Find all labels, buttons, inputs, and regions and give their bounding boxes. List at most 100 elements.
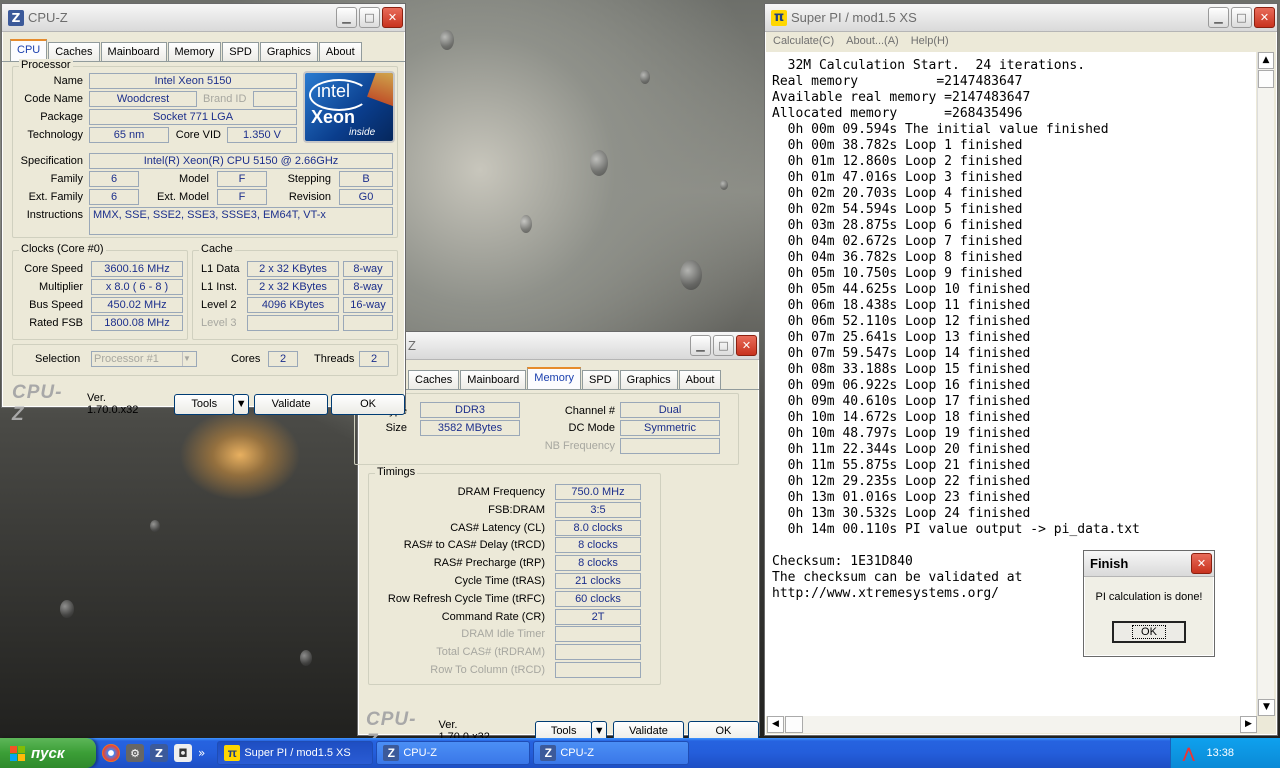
logo-tag: inside	[349, 127, 376, 138]
finish-ok-label: OK	[1132, 625, 1166, 639]
chrome-icon[interactable]	[102, 744, 120, 762]
finish-ok-button[interactable]: OK	[1112, 621, 1186, 643]
taskbar-item-cpuz-1[interactable]: Z CPU-Z	[376, 741, 531, 765]
hscroll-thumb[interactable]	[785, 716, 803, 733]
timing-label: Command Rate (CR)	[441, 610, 545, 623]
l2-way: 16-way	[343, 297, 393, 313]
gear-icon[interactable]: ⚙	[126, 744, 144, 762]
console-line: Available real memory =2147483647	[772, 90, 1031, 105]
brandid-value	[253, 91, 297, 107]
close-icon[interactable]: ✕	[382, 7, 403, 28]
minimize-icon[interactable]: ▁	[690, 335, 711, 356]
console-line: 0h 07m 59.547s Loop 14 finished	[772, 346, 1031, 361]
tab-cpu[interactable]: CPU	[10, 39, 48, 61]
menu-about[interactable]: About...(A)	[846, 35, 899, 47]
finish-titlebar[interactable]: Finish ✕	[1084, 551, 1214, 577]
start-button[interactable]: пуск	[0, 738, 96, 768]
tools-button-label: Tools	[550, 725, 577, 737]
l3-value	[247, 315, 339, 331]
console-line: 0h 02m 20.703s Loop 4 finished	[772, 186, 1023, 201]
processor-group: Processor Name Intel Xeon 5150 Code Name…	[12, 59, 398, 238]
close-icon[interactable]: ✕	[736, 335, 757, 356]
tab-mainboard[interactable]: Mainboard	[100, 42, 167, 61]
tab-about[interactable]: About	[318, 42, 362, 61]
revision-value: G0	[339, 189, 393, 205]
maximize-icon[interactable]: □	[713, 335, 734, 356]
console-line: 0h 13m 01.016s Loop 23 finished	[772, 490, 1031, 505]
selection-dropdown[interactable]: Processor #1 ▼	[91, 351, 197, 367]
console-line: 0h 12m 29.235s Loop 22 finished	[772, 474, 1031, 489]
l2-value: 4096 KBytes	[247, 297, 339, 313]
validate-button-label: Validate	[628, 725, 668, 737]
vertical-scrollbar[interactable]: ▲ ▼	[1257, 52, 1275, 716]
timing-value: 8 clocks	[555, 537, 641, 554]
cpuz2-titlebar[interactable]: Z ▁ □ ✕	[358, 332, 759, 360]
tab-about[interactable]: About	[678, 370, 722, 389]
tab-caches[interactable]: Caches	[408, 370, 460, 389]
tab-mainboard[interactable]: Mainboard	[460, 370, 527, 389]
quicklaunch-more-icon[interactable]: »	[198, 746, 205, 760]
tab-spd[interactable]: SPD	[582, 370, 619, 389]
maximize-icon[interactable]: □	[359, 7, 380, 28]
cpuz1-titlebar[interactable]: Z CPU-Z ▁ □ ✕	[2, 4, 405, 32]
close-icon[interactable]: ✕	[1254, 7, 1275, 28]
menu-help[interactable]: Help(H)	[911, 35, 949, 47]
size-value: 3582 MBytes	[420, 420, 520, 436]
instructions-value: MMX, SSE, SSE2, SSE3, SSSE3, EM64T, VT-x	[89, 207, 393, 235]
timing-value: 750.0 MHz	[555, 484, 641, 500]
close-icon[interactable]: ✕	[1191, 553, 1212, 574]
multiplier-label: Multiplier	[38, 281, 83, 293]
camera-icon[interactable]: ◘	[174, 744, 192, 762]
corevid-label: Core VID	[175, 129, 221, 141]
maximize-icon[interactable]: □	[1231, 7, 1252, 28]
console-line: 0h 00m 38.782s Loop 1 finished	[772, 138, 1023, 153]
type-value: DDR3	[420, 402, 520, 418]
taskbar-item-superpi[interactable]: π Super PI / mod1.5 XS	[217, 741, 374, 765]
console-line: 0h 07m 25.641s Loop 13 finished	[772, 330, 1031, 345]
selection-bar: Selection Processor #1 ▼ Cores 2 Threads …	[12, 344, 398, 376]
timing-label: Row Refresh Cycle Time (tRFC)	[387, 592, 545, 605]
scroll-thumb[interactable]	[1258, 70, 1274, 88]
taskbar-item-cpuz-2[interactable]: Z CPU-Z	[533, 741, 690, 765]
tab-memory[interactable]: Memory	[527, 367, 582, 389]
timing-label: Total CAS# (tRDRAM)	[436, 646, 545, 659]
console-line: 0h 08m 33.188s Loop 15 finished	[772, 362, 1031, 377]
tab-spd[interactable]: SPD	[222, 42, 259, 61]
busspeed-value: 450.02 MHz	[91, 297, 183, 313]
console-line: 0h 01m 12.860s Loop 2 finished	[772, 154, 1023, 169]
tab-graphics[interactable]: Graphics	[619, 370, 678, 389]
l2-label: Level 2	[201, 299, 237, 311]
scroll-down-icon[interactable]: ▼	[1258, 699, 1275, 716]
console-line: 0h 11m 22.344s Loop 20 finished	[772, 442, 1031, 457]
cpuz-quicklaunch-icon[interactable]: Z	[150, 744, 168, 762]
console-line: 0h 04m 02.672s Loop 7 finished	[772, 234, 1023, 249]
minimize-icon[interactable]: ▁	[1208, 7, 1229, 28]
tab-graphics[interactable]: Graphics	[259, 42, 318, 61]
cpuz-app-icon: Z	[8, 9, 24, 26]
corespeed-value: 3600.16 MHz	[91, 261, 183, 277]
tray-app-icon[interactable]: ⋀	[1183, 745, 1194, 762]
timing-value	[555, 644, 641, 661]
cores-value: 2	[268, 351, 298, 367]
stepping-label: Stepping	[287, 173, 331, 185]
tools-button[interactable]: Tools	[174, 393, 235, 415]
revision-label: Revision	[288, 191, 331, 203]
validate-button[interactable]: Validate	[254, 393, 329, 415]
chevron-down-icon[interactable]: ▼	[233, 393, 250, 415]
taskbar-item-label: CPU-Z	[560, 747, 594, 759]
clocks-caption: Clocks (Core #0)	[19, 243, 106, 255]
superpi-titlebar[interactable]: π Super PI / mod1.5 XS ▁ □ ✕	[765, 4, 1277, 32]
minimize-icon[interactable]: ▁	[336, 7, 357, 28]
l1d-value: 2 x 32 KBytes	[247, 261, 339, 277]
tab-memory[interactable]: Memory	[167, 42, 222, 61]
scroll-left-icon[interactable]: ◀	[767, 716, 784, 733]
ok-button[interactable]: OK	[331, 393, 405, 415]
scroll-up-icon[interactable]: ▲	[1258, 52, 1274, 69]
l1i-label: L1 Inst.	[201, 281, 238, 293]
scroll-right-icon[interactable]: ▶	[1240, 716, 1257, 733]
console-line: Allocated memory =268435496	[772, 106, 1023, 121]
menu-calculate[interactable]: Calculate(C)	[773, 35, 834, 47]
horizontal-scrollbar[interactable]: ◀ ▶	[767, 716, 1257, 733]
timing-label: DRAM Idle Timer	[461, 628, 545, 641]
ok-button-label: OK	[360, 398, 376, 410]
